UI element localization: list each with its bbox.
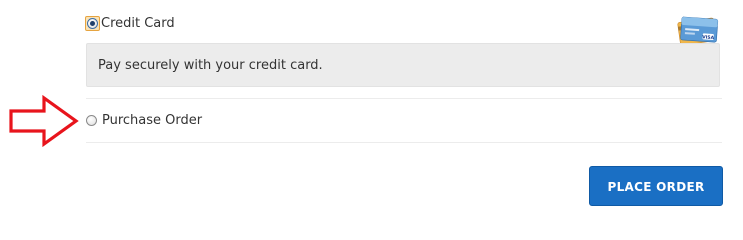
- credit-card-description: Pay securely with your credit card.: [86, 43, 720, 87]
- svg-text:VISA: VISA: [702, 34, 715, 41]
- credit-card-label: Credit Card: [101, 16, 175, 31]
- purchase-order-label: Purchase Order: [102, 113, 203, 128]
- payment-option-purchase-order[interactable]: Purchase Order: [86, 113, 202, 128]
- red-arrow-pointing-right-icon: [9, 95, 79, 147]
- place-order-button[interactable]: PLACE ORDER: [589, 166, 723, 206]
- divider: [86, 142, 722, 143]
- radio-focus-ring: [85, 16, 100, 31]
- payment-section: Credit Card VISA Pay securely with your …: [0, 0, 743, 236]
- divider: [86, 98, 722, 99]
- payment-option-credit-card[interactable]: Credit Card: [85, 16, 175, 31]
- credit-card-radio[interactable]: [87, 18, 98, 29]
- purchase-order-radio[interactable]: [86, 115, 97, 126]
